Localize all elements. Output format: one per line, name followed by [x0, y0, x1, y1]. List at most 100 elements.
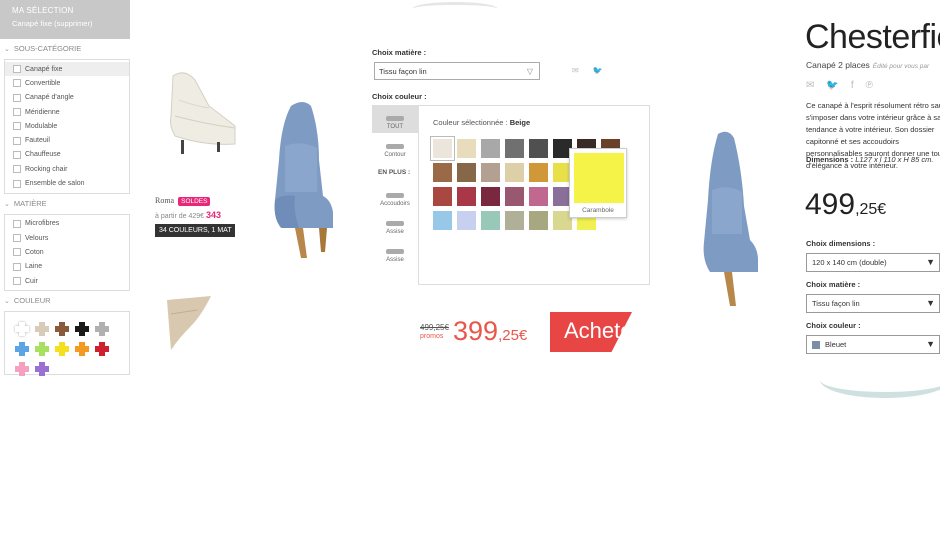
- color-filter-swatch[interactable]: [55, 342, 69, 357]
- filter-option[interactable]: Ensemble de salon: [5, 176, 129, 190]
- color-filter-swatch[interactable]: [15, 362, 29, 377]
- color-swatch[interactable]: [433, 211, 452, 230]
- color-swatch[interactable]: [457, 139, 476, 158]
- color-filter-swatch[interactable]: [95, 322, 109, 337]
- selection-title: MA SÉLECTION: [12, 6, 74, 15]
- tab-armrests[interactable]: Accoudoirs: [372, 182, 418, 210]
- color-swatch[interactable]: [457, 187, 476, 206]
- filter-section-header-color[interactable]: ⌄ COULEUR: [0, 291, 130, 311]
- checkbox[interactable]: [13, 79, 21, 88]
- color-select-right[interactable]: Bleuet ▼: [806, 335, 940, 354]
- color-panel: Couleur sélectionnée : Beige Carambole: [418, 105, 650, 285]
- color-filter-swatch[interactable]: [35, 322, 49, 337]
- twitter-icon[interactable]: 🐦: [826, 80, 838, 91]
- facebook-icon[interactable]: f: [851, 80, 854, 91]
- pinterest-icon[interactable]: ℗: [866, 80, 873, 91]
- filter-option[interactable]: Rocking chair: [5, 162, 129, 176]
- color-swatch[interactable]: [481, 139, 500, 158]
- tab-seat-2[interactable]: Assise: [372, 238, 418, 266]
- color-filter-swatch[interactable]: [55, 322, 69, 337]
- checkbox[interactable]: [13, 234, 21, 243]
- checkbox[interactable]: [13, 122, 21, 131]
- color-swatch[interactable]: [505, 211, 524, 230]
- color-filter-grid: [5, 312, 129, 377]
- color-swatch[interactable]: [505, 139, 524, 158]
- product-name: Roma: [155, 196, 175, 205]
- color-swatch[interactable]: [529, 139, 548, 158]
- color-swatch[interactable]: [481, 187, 500, 206]
- twitter-icon[interactable]: 🐦: [593, 66, 603, 75]
- dimension-select[interactable]: 120 x 140 cm (double) ▼: [806, 253, 940, 272]
- chevron-down-icon: ▼: [926, 257, 935, 267]
- color-swatch[interactable]: [457, 211, 476, 230]
- filter-option[interactable]: Coton: [5, 245, 129, 259]
- color-filter-swatch[interactable]: [15, 322, 29, 337]
- filter-option[interactable]: Modulable: [5, 119, 129, 133]
- filter-option[interactable]: Convertible: [5, 76, 129, 90]
- checkbox[interactable]: [13, 65, 21, 74]
- product-card[interactable]: Roma SOLDES à partir de 429€ 343 34 COULEU…: [155, 196, 240, 237]
- filter-option[interactable]: Microfibres: [5, 217, 129, 231]
- material-select[interactable]: Tissu façon lin ▽: [374, 62, 540, 80]
- tab-all[interactable]: TOUT: [372, 105, 418, 133]
- filter-section-header-subcategory[interactable]: ⌄ SOUS-CATÉGORIE: [0, 39, 130, 59]
- dimension-label: Choix dimensions :: [806, 239, 876, 248]
- filter-option[interactable]: Chauffeuse: [5, 148, 129, 162]
- checkbox[interactable]: [13, 150, 21, 159]
- filter-option[interactable]: Velours: [5, 231, 129, 245]
- colors-count-bar: 34 COULEURS, 1 MAT: [155, 224, 235, 237]
- product-image-chaise[interactable]: [165, 66, 237, 160]
- checkbox[interactable]: [13, 179, 21, 188]
- color-swatch[interactable]: [505, 163, 524, 182]
- color-swatch[interactable]: [529, 163, 548, 182]
- selection-header: MA SÉLECTION Canapé fixe (supprimer): [0, 0, 130, 39]
- filter-option[interactable]: Canapé d'angle: [5, 91, 129, 105]
- decorative-arc: [820, 362, 940, 398]
- color-swatch[interactable]: [529, 211, 548, 230]
- color-swatch[interactable]: [481, 163, 500, 182]
- filter-option[interactable]: Laine: [5, 260, 129, 274]
- product-image-sofa[interactable]: [167, 296, 213, 352]
- filter-option[interactable]: Fauteuil: [5, 133, 129, 147]
- tab-seat[interactable]: Assise: [372, 210, 418, 238]
- checkbox[interactable]: [13, 93, 21, 102]
- filter-option[interactable]: Cuir: [5, 274, 129, 288]
- mail-icon[interactable]: ✉: [572, 66, 579, 75]
- filter-option[interactable]: Canapé fixe: [5, 62, 129, 77]
- decorative-arc: [412, 2, 498, 16]
- tab-contour[interactable]: Contour: [372, 133, 418, 161]
- color-filter-swatch[interactable]: [75, 342, 89, 357]
- color-swatch[interactable]: [433, 163, 452, 182]
- color-swatch[interactable]: [457, 163, 476, 182]
- material-select-right[interactable]: Tissu façon lin ▼: [806, 294, 940, 313]
- buy-button[interactable]: Acheter: [550, 312, 632, 352]
- color-filter-swatch[interactable]: [35, 362, 49, 377]
- color-swatch[interactable]: [505, 187, 524, 206]
- mail-icon[interactable]: ✉: [806, 80, 814, 91]
- color-swatch[interactable]: [481, 211, 500, 230]
- checkbox[interactable]: [13, 108, 21, 117]
- tooltip-color-name: Carambole: [582, 207, 614, 214]
- color-swatch[interactable]: [529, 187, 548, 206]
- filter-section-header-material[interactable]: ⌄ MATIÈRE: [0, 194, 130, 214]
- color-swatch[interactable]: [433, 187, 452, 206]
- color-filter-swatch[interactable]: [75, 322, 89, 337]
- checkbox[interactable]: [13, 262, 21, 271]
- material-label-right: Choix matière :: [806, 280, 861, 289]
- selection-remove-link[interactable]: Canapé fixe (supprimer): [12, 19, 130, 28]
- color-filter-box: [4, 311, 130, 377]
- color-label-right: Choix couleur :: [806, 321, 861, 330]
- color-filter-swatch[interactable]: [95, 342, 109, 357]
- checkbox[interactable]: [13, 248, 21, 257]
- color-swatch[interactable]: [430, 136, 455, 161]
- product-price: 499,25€: [805, 188, 887, 221]
- color-filter-swatch[interactable]: [35, 342, 49, 357]
- chevron-down-icon: ▽: [526, 67, 533, 76]
- filter-option[interactable]: Méridienne: [5, 105, 129, 119]
- checkbox[interactable]: [13, 277, 21, 285]
- checkbox[interactable]: [13, 219, 21, 228]
- checkbox[interactable]: [13, 165, 21, 174]
- product-image-armchair[interactable]: [271, 100, 343, 260]
- color-filter-swatch[interactable]: [15, 342, 29, 357]
- checkbox[interactable]: [13, 136, 21, 145]
